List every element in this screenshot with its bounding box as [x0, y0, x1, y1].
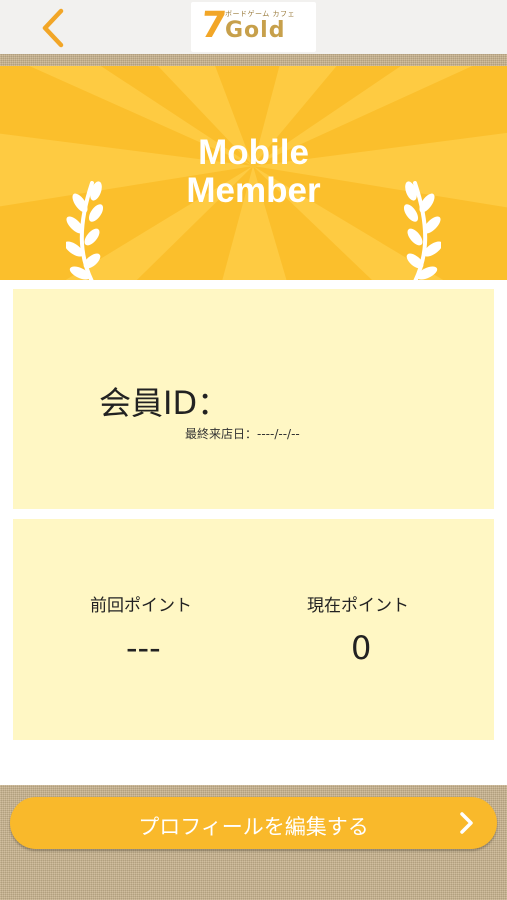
cafe-logo: 7 ボードゲーム カフェ Gold [191, 2, 316, 52]
edit-profile-button[interactable]: プロフィールを編集する [10, 797, 497, 849]
mobile-member-banner: Mobile Member [0, 66, 507, 280]
member-id-card: 会員ID： 最終来店日：----/--/-- [13, 289, 494, 509]
logo-number: 7 [198, 5, 229, 46]
app-header: 7 ボードゲーム カフェ Gold [0, 0, 507, 54]
chevron-right-icon [460, 812, 473, 834]
back-button[interactable] [30, 6, 76, 50]
points-card: 前回ポイント --- 現在ポイント 0 [13, 519, 494, 740]
previous-points-value: --- [126, 629, 161, 667]
current-points-value: 0 [351, 629, 372, 667]
banner-title: Mobile Member [0, 134, 507, 210]
banner-title-line1: Mobile [198, 133, 309, 172]
chevron-left-icon [42, 8, 64, 48]
previous-points-label: 前回ポイント [90, 596, 192, 616]
current-points-label: 現在ポイント [307, 596, 409, 616]
edit-profile-label: プロフィールを編集する [138, 815, 369, 839]
member-id-label: 会員ID： [99, 384, 230, 422]
last-visit-date: 最終来店日：----/--/-- [185, 427, 300, 441]
logo-text: Gold [225, 18, 286, 43]
banner-title-line2: Member [186, 171, 321, 210]
